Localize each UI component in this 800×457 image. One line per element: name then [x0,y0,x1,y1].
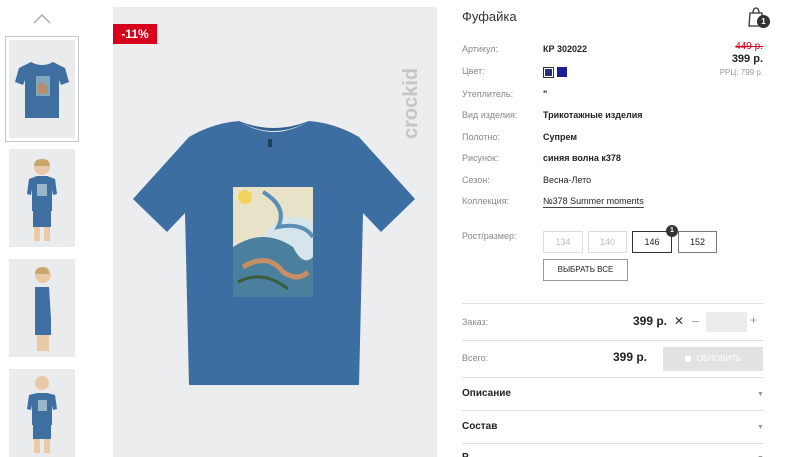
model-front-image [27,159,57,241]
sale-badge: -11% [113,24,157,44]
quantity-input[interactable] [706,312,747,332]
size-label: Рост/размер: [462,231,517,241]
order-price: 399 р. [633,314,668,328]
remove-order-button[interactable]: ✕ [674,314,684,328]
prop-label-collection: Коллекция: [462,196,510,206]
size-option-140[interactable]: 140 [588,231,627,253]
size-option-152[interactable]: 152 [678,231,717,253]
prop-value-fabric: Супрем [543,132,577,142]
prop-label-print: Рисунок: [462,153,499,163]
refresh-icon [684,355,691,362]
accordion-partial[interactable]: Р [462,452,469,457]
product-title: Фуфайка [462,9,517,24]
rrp-price: РРЦ: 799 р. [719,68,763,77]
thumbnail-3[interactable] [9,259,75,357]
divider [462,443,763,444]
thumbnails-up-button[interactable] [32,12,52,26]
prop-value-type: Трикотажные изделия [543,110,643,120]
model-pose-image [27,376,57,453]
cart-button[interactable]: 1 [746,6,770,28]
divider [462,377,763,378]
order-label: Заказ: [462,317,489,327]
old-price: 449 р. [735,41,763,52]
divider [462,340,763,341]
divider [462,410,763,411]
model-side-image [35,267,51,351]
accordion-composition[interactable]: Состав [462,421,497,432]
prop-label-season: Сезон: [462,175,490,185]
total-label: Всего: [462,353,489,363]
current-price: 399 р. [731,53,763,65]
quantity-decrease-button[interactable]: – [692,313,699,328]
svg-text:crockid: crockid [401,68,422,139]
color-swatch-1[interactable] [543,67,554,78]
prop-value-article: КР 302022 [543,44,588,54]
tshirt-image [133,121,415,385]
prop-label-article: Артикул: [462,44,499,54]
quantity-increase-button[interactable]: + [750,313,757,327]
prop-value-season: Весна-Лето [543,175,592,185]
prop-label-type: Вид изделия: [462,110,518,120]
prop-value-print: синяя волна к378 [543,153,621,163]
color-swatch-2[interactable] [557,67,567,77]
chevron-down-icon[interactable]: ▼ [757,391,764,398]
prop-value-insulation: " [543,89,548,99]
chevron-up-icon [33,13,51,24]
tshirt-thumbnail-image [15,62,69,118]
chevron-down-icon[interactable]: ▼ [757,424,764,431]
thumbnail-1[interactable] [5,36,79,142]
prop-label-insulation: Утеплитель: [462,89,514,99]
thumbnail-4[interactable] [9,369,75,457]
prop-label-fabric: Полотно: [462,132,501,142]
size-qty-badge: 1 [666,225,678,237]
update-button-label: ОБНОВИТЬ [696,354,742,363]
collection-link[interactable]: №378 Summer moments [543,196,644,208]
update-button[interactable]: ОБНОВИТЬ [663,347,763,371]
product-main-image[interactable]: -11% crockid [113,7,437,457]
cart-count-badge: 1 [757,15,770,28]
brand-logo: crockid [400,21,423,141]
divider [462,303,763,304]
total-price: 399 р. [613,350,648,364]
size-option-134[interactable]: 134 [543,231,583,253]
thumbnail-2[interactable] [9,149,75,247]
prop-label-color: Цвет: [462,66,485,76]
select-all-sizes-button[interactable]: ВЫБРАТЬ ВСЕ [543,259,628,281]
accordion-description[interactable]: Описание [462,388,511,399]
